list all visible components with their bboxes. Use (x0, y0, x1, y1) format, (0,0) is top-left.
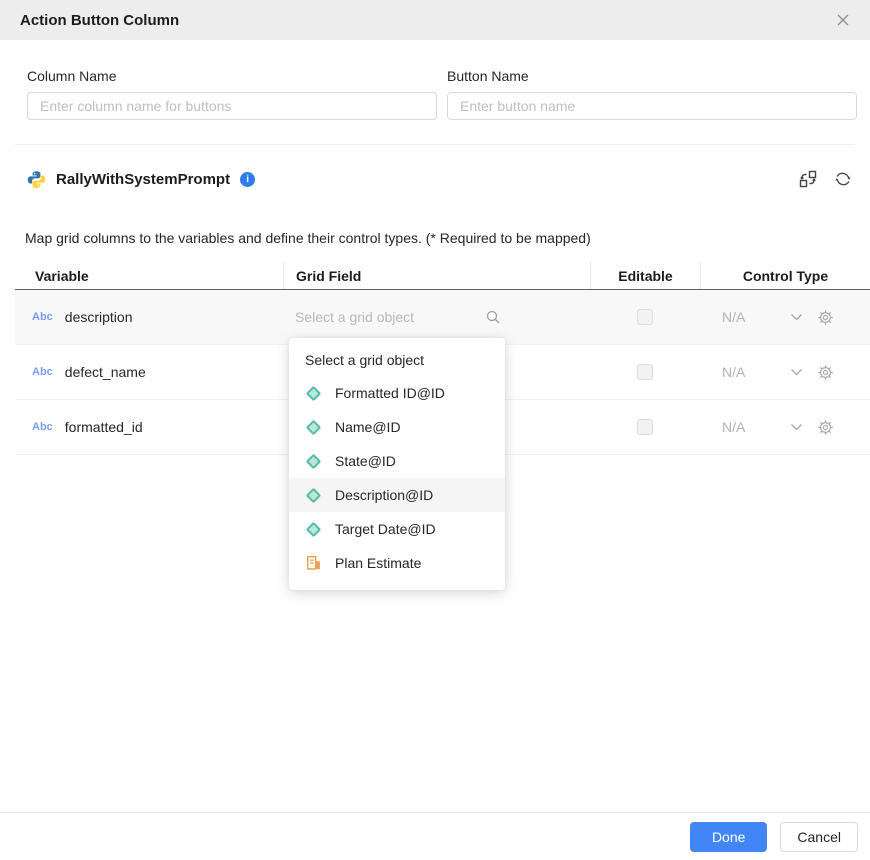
info-icon[interactable]: i (240, 172, 255, 187)
dropdown-option[interactable]: Description@ID (289, 478, 505, 512)
cancel-button[interactable]: Cancel (780, 822, 858, 852)
variable-name: defect_name (65, 364, 146, 380)
string-type-icon: Abc (32, 311, 53, 323)
control-type-value: N/A (722, 419, 746, 435)
name-form: Column Name Button Name (27, 68, 857, 120)
string-type-icon: Abc (32, 366, 53, 378)
swap-icon[interactable] (799, 170, 817, 188)
dropdown-option[interactable]: State@ID (289, 444, 505, 478)
column-name-label: Column Name (27, 68, 437, 84)
refresh-icon[interactable] (834, 170, 852, 188)
column-header-editable: Editable (590, 262, 700, 289)
script-row: RallyWithSystemPrompt i (27, 166, 852, 192)
variable-name: formatted_id (65, 419, 143, 435)
dropdown-option[interactable]: Plan Estimate (289, 546, 505, 580)
gear-icon[interactable] (817, 364, 834, 381)
grid-field-placeholder: Select a grid object (295, 309, 414, 325)
dropdown-header: Select a grid object (289, 344, 505, 376)
dropdown-option[interactable]: Target Date@ID (289, 512, 505, 546)
diamond-field-icon (306, 453, 322, 469)
chevron-down-icon[interactable] (790, 423, 803, 431)
column-header-variable: Variable (15, 262, 283, 289)
gear-icon[interactable] (817, 309, 834, 326)
table-header-row: Variable Grid Field Editable Control Typ… (15, 262, 870, 290)
grid-field-select[interactable]: Select a grid object (295, 309, 500, 325)
diamond-field-icon (306, 487, 322, 503)
button-name-label: Button Name (447, 68, 857, 84)
chevron-down-icon[interactable] (790, 368, 803, 376)
column-name-input[interactable] (27, 92, 437, 120)
option-label: Description@ID (335, 487, 433, 503)
column-header-grid-field: Grid Field (283, 262, 590, 289)
section-divider (15, 144, 855, 145)
button-name-input[interactable] (447, 92, 857, 120)
editable-checkbox[interactable] (637, 419, 653, 435)
gear-icon[interactable] (817, 419, 834, 436)
diamond-field-icon (306, 385, 322, 401)
diamond-field-icon (306, 419, 322, 435)
search-icon (486, 310, 500, 324)
editable-checkbox[interactable] (637, 309, 653, 325)
option-label: Name@ID (335, 419, 401, 435)
dialog-title: Action Button Column (20, 12, 179, 29)
done-button[interactable]: Done (690, 822, 767, 852)
column-header-control-type: Control Type (700, 262, 870, 289)
table-row: Abc description Select a grid object N/A (15, 290, 870, 345)
dropdown-option[interactable]: Name@ID (289, 410, 505, 444)
mapping-instruction: Map grid columns to the variables and de… (25, 230, 591, 246)
dropdown-option[interactable]: Formatted ID@ID (289, 376, 505, 410)
control-type-value: N/A (722, 309, 746, 325)
column-name-field-group: Column Name (27, 68, 437, 120)
option-label: Plan Estimate (335, 555, 421, 571)
estimate-field-icon (306, 555, 321, 571)
button-name-field-group: Button Name (447, 68, 857, 120)
string-type-icon: Abc (32, 421, 53, 433)
close-icon[interactable] (836, 13, 850, 27)
option-label: Formatted ID@ID (335, 385, 445, 401)
chevron-down-icon[interactable] (790, 313, 803, 321)
option-label: Target Date@ID (335, 521, 436, 537)
grid-object-dropdown: Select a grid object Formatted ID@ID Nam… (289, 338, 505, 590)
diamond-field-icon (306, 521, 322, 537)
editable-checkbox[interactable] (637, 364, 653, 380)
dialog-header: Action Button Column (0, 0, 870, 40)
control-type-value: N/A (722, 364, 746, 380)
dialog-footer: Done Cancel (0, 812, 870, 860)
variable-name: description (65, 309, 133, 325)
script-name: RallyWithSystemPrompt (56, 171, 230, 188)
python-icon (27, 170, 46, 189)
option-label: State@ID (335, 453, 396, 469)
